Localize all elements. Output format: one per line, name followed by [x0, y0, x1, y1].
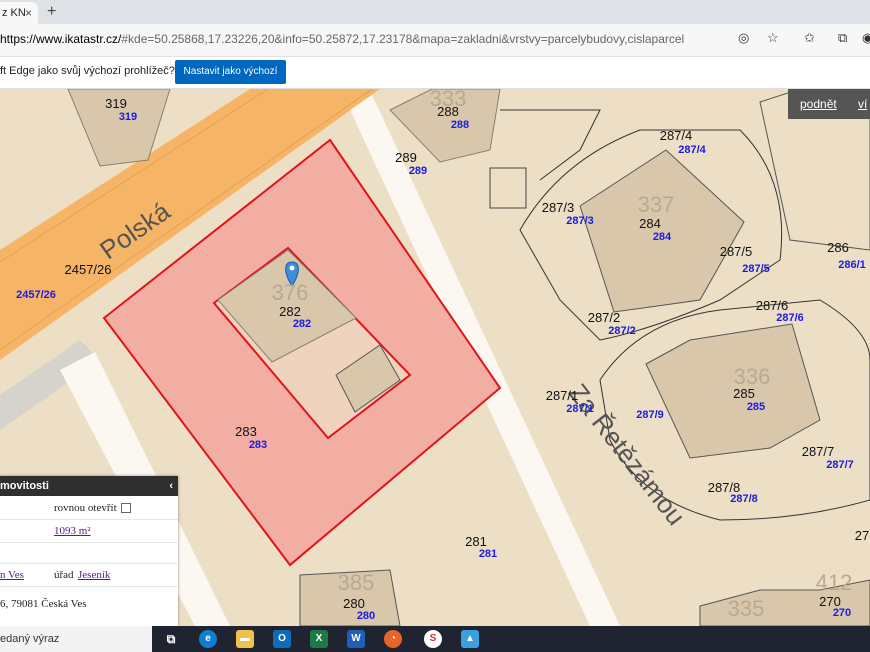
- edge-icon[interactable]: e: [199, 630, 217, 648]
- parcel-number: 287/5: [720, 244, 753, 259]
- parcel-number: 283: [235, 424, 257, 439]
- taskbar-search-input[interactable]: edaný výraz: [0, 626, 152, 652]
- parcel-number-blue: 287/9: [636, 409, 664, 421]
- collapse-icon[interactable]: ‹: [169, 476, 173, 496]
- village-link[interactable]: n Ves: [0, 569, 24, 581]
- open-directly-text: rovnou otevřít: [54, 502, 117, 514]
- shed: [489, 167, 527, 209]
- task-view-icon[interactable]: ⧉: [162, 630, 180, 648]
- panel-row-spacer: [0, 543, 178, 564]
- parcel-number-blue: 288: [451, 119, 469, 131]
- parcel-number-blue: 282: [293, 318, 311, 330]
- office-link[interactable]: Jeseník: [78, 569, 110, 581]
- parcel-number: 287/2: [588, 310, 621, 325]
- parcel-number: 319: [105, 96, 127, 111]
- building-number: 385: [338, 570, 375, 595]
- parcel-number: 287/4: [660, 128, 693, 143]
- excel-icon[interactable]: X: [310, 630, 328, 648]
- parcel-number-blue: 284: [653, 231, 672, 243]
- parcel-number-blue: 281: [479, 548, 497, 560]
- panel-title: movitosti: [0, 480, 49, 492]
- tab-close-icon[interactable]: ×: [25, 2, 32, 24]
- favorite-icon[interactable]: ☆: [767, 30, 779, 46]
- parcel-number-blue: 287/2: [608, 325, 636, 337]
- view-link[interactable]: ví: [858, 97, 867, 111]
- parcel-number: 286: [827, 240, 849, 255]
- url-rest: #kde=50.25868,17.23226,20&info=50.25872,…: [121, 32, 685, 46]
- parcel-number-blue: 289: [409, 165, 427, 177]
- office-label: úřad: [54, 569, 74, 581]
- parcel-number: 282: [279, 304, 301, 319]
- parcel-number-blue: 319: [119, 111, 137, 123]
- panel-row-area: 1093 m²: [0, 520, 178, 543]
- photos-icon[interactable]: ▲: [461, 630, 479, 648]
- parcel-number-blue: 285: [747, 401, 765, 413]
- url-text[interactable]: https://www.ikatastr.cz/#kde=50.25868,17…: [0, 32, 684, 46]
- panel-row-address: 6, 79081 Česká Ves: [0, 587, 178, 610]
- app-s-icon[interactable]: S: [424, 630, 442, 648]
- collections-icon[interactable]: ⧉: [838, 30, 847, 46]
- parcel-number-blue: 287/7: [826, 459, 854, 471]
- parcel-number-blue: 287/8: [730, 493, 758, 505]
- outlook-icon[interactable]: O: [273, 630, 291, 648]
- parcel-number: 280: [343, 596, 365, 611]
- parcel-number-blue: 287/5: [742, 263, 770, 275]
- parcel-number-blue: 280: [357, 610, 375, 622]
- parcel-number-blue: 286/1: [838, 259, 866, 271]
- parcel-number: 284: [639, 216, 661, 231]
- parcel-number-blue: 287/3: [566, 215, 594, 227]
- building-number: 412: [816, 570, 853, 595]
- property-info-panel: movitosti ‹ rovnou otevřít 1093 m² n Ves…: [0, 476, 178, 626]
- building-number: 337: [638, 192, 675, 217]
- word-icon[interactable]: W: [347, 630, 365, 648]
- parcel-number: 289: [395, 150, 417, 165]
- parcel-number-blue: 287/1: [566, 403, 594, 415]
- profile-icon[interactable]: ◉: [862, 30, 870, 46]
- taskbar: edaný výraz ⧉ e ▬ O X W ◔ S ▲: [0, 626, 870, 652]
- browser-tab[interactable]: z KN ×: [0, 2, 38, 24]
- building-number: 335: [728, 596, 765, 621]
- parcel-number: 287/7: [802, 444, 835, 459]
- set-default-button[interactable]: Nastavit jako výchozí: [175, 60, 286, 84]
- address-text: 6, 79081 Česká Ves: [0, 598, 87, 610]
- file-explorer-icon[interactable]: ▬: [236, 630, 254, 648]
- parcel-number: 288: [437, 104, 459, 119]
- default-browser-infobar: ft Edge jako svůj výchozí prohlížeč? Nas…: [0, 57, 870, 89]
- parcel-number-blue: 2457/26: [16, 289, 56, 301]
- parcel-number: 287/1: [546, 388, 579, 403]
- parcel-number-blue: 287/4: [678, 144, 706, 156]
- open-directly-checkbox[interactable]: [120, 503, 131, 514]
- location-marker-dot: [289, 265, 295, 271]
- parcel-number: 2457/26: [65, 262, 112, 277]
- favorites-bar-icon[interactable]: ✩: [804, 30, 815, 46]
- panel-row-office: n Ves úřad Jeseník: [0, 564, 178, 587]
- infobar-message: ft Edge jako svůj výchozí prohlížeč?: [0, 65, 175, 77]
- parcel-number-blue: 270: [833, 607, 851, 619]
- parcel-number: 27: [855, 528, 869, 543]
- address-bar[interactable]: https://www.ikatastr.cz/#kde=50.25868,17…: [0, 24, 870, 57]
- parcel-number: 287/3: [542, 200, 575, 215]
- panel-header: movitosti ‹: [0, 476, 178, 496]
- parcel-number: 287/6: [756, 298, 789, 313]
- tab-label: z KN: [2, 7, 26, 19]
- firefox-icon[interactable]: ◔: [384, 630, 402, 648]
- parcel-number-blue: 287/6: [776, 312, 804, 324]
- url-host: https://www.ikatastr.cz/: [0, 32, 122, 46]
- panel-row-open: rovnou otevřít: [0, 497, 178, 520]
- location-icon[interactable]: ◎: [738, 30, 749, 46]
- area-value[interactable]: 1093 m²: [54, 525, 91, 537]
- report-link[interactable]: podnět: [800, 97, 837, 111]
- parcel-number: 285: [733, 386, 755, 401]
- building-number: 376: [272, 280, 309, 305]
- parcel-number-blue: 283: [249, 439, 267, 451]
- open-directly-label[interactable]: rovnou otevřít: [54, 502, 131, 514]
- new-tab-icon[interactable]: +: [47, 0, 56, 24]
- tab-strip: z KN × +: [0, 0, 870, 24]
- map-toolbar: podnět ví: [788, 89, 870, 119]
- parcel-number: 281: [465, 534, 487, 549]
- search-text: edaný výraz: [0, 633, 60, 645]
